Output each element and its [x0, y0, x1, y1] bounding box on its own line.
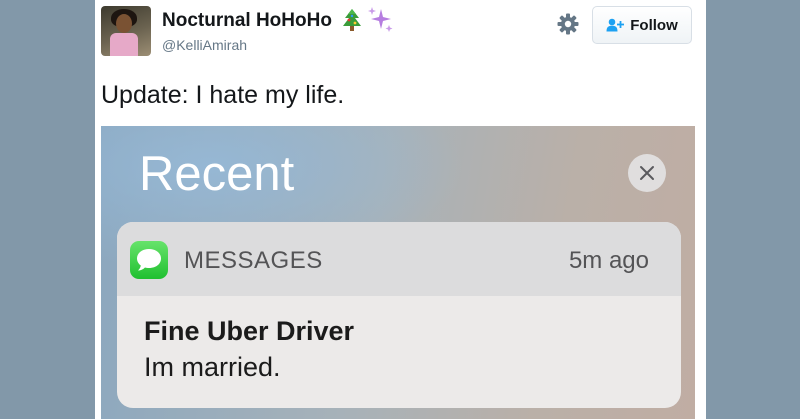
christmas-tree-icon	[343, 9, 361, 31]
avatar[interactable]	[101, 6, 151, 56]
close-icon	[640, 166, 654, 180]
notification-center-title: Recent	[139, 147, 295, 201]
speech-bubble-icon	[137, 249, 161, 271]
message-body: Im married.	[144, 352, 281, 382]
tweet-text: Update: I hate my life.	[101, 81, 345, 109]
follow-button[interactable]: Follow	[592, 6, 692, 44]
sparkles-icon	[368, 7, 393, 32]
follow-label: Follow	[630, 16, 678, 34]
user-handle[interactable]: @KelliAmirah	[162, 37, 247, 53]
app-name: MESSAGES	[184, 247, 323, 274]
gear-icon[interactable]	[557, 13, 579, 35]
add-user-icon	[606, 18, 625, 32]
notification-card[interactable]: MESSAGES 5m ago Fine Uber Driver Im marr…	[117, 222, 681, 408]
messages-app-icon	[130, 241, 168, 279]
close-button[interactable]	[628, 154, 666, 192]
message-sender: Fine Uber Driver	[144, 316, 355, 346]
tweet-card: Nocturnal HoHoHo @KelliAmirah Follow Upd…	[95, 0, 706, 419]
display-name[interactable]: Nocturnal HoHoHo	[162, 10, 332, 32]
notification-header: MESSAGES 5m ago	[117, 222, 681, 296]
attached-screenshot[interactable]: Recent MESSAGES 5m ago Fine Uber Driver …	[101, 126, 695, 419]
notification-time: 5m ago	[568, 247, 649, 274]
